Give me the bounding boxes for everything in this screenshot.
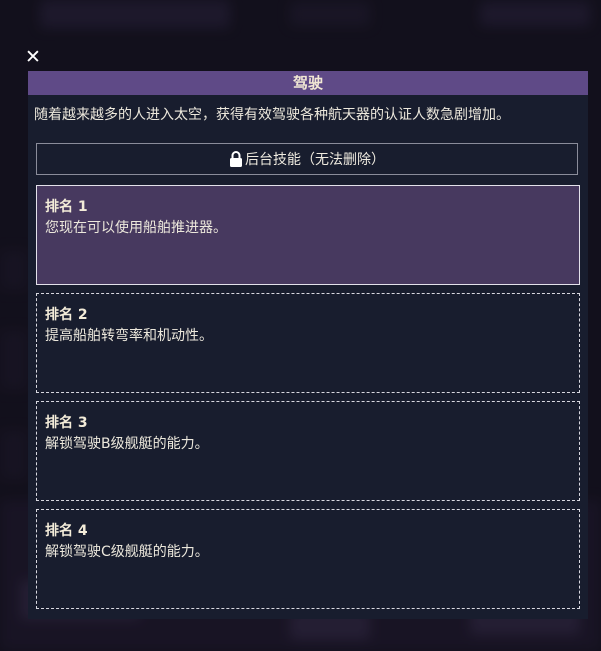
rank-card-1[interactable]: 排名 1 您现在可以使用船舶推进器。 [36, 185, 580, 285]
rank-desc: 解锁驾驶C级舰艇的能力。 [45, 544, 209, 560]
background-skill-label: 后台技能（无法删除） [245, 152, 385, 168]
background-skill-banner: 后台技能（无法删除） [36, 143, 578, 175]
rank-name: 排名 4 [45, 523, 88, 539]
rank-name: 排名 3 [45, 415, 88, 431]
rank-card-4[interactable]: 排名 4 解锁驾驶C级舰艇的能力。 [36, 509, 580, 609]
rank-card-3[interactable]: 排名 3 解锁驾驶B级舰艇的能力。 [36, 401, 580, 501]
close-icon[interactable]: ✕ [24, 47, 42, 67]
dialog-title: 驾驶 [28, 71, 588, 95]
skill-description: 随着越来越多的人进入太空，获得有效驾驶各种航天器的认证人数急剧增加。 [34, 107, 510, 123]
rank-card-2[interactable]: 排名 2 提高船舶转弯率和机动性。 [36, 293, 580, 393]
skill-dialog: 驾驶 随着越来越多的人进入太空，获得有效驾驶各种航天器的认证人数急剧增加。 后台… [28, 71, 588, 619]
rank-desc: 您现在可以使用船舶推进器。 [45, 220, 227, 236]
rank-desc: 解锁驾驶B级舰艇的能力。 [45, 436, 209, 452]
rank-name: 排名 2 [45, 307, 88, 323]
rank-desc: 提高船舶转弯率和机动性。 [45, 328, 213, 344]
rank-name: 排名 1 [45, 199, 88, 215]
lock-icon [230, 151, 242, 167]
